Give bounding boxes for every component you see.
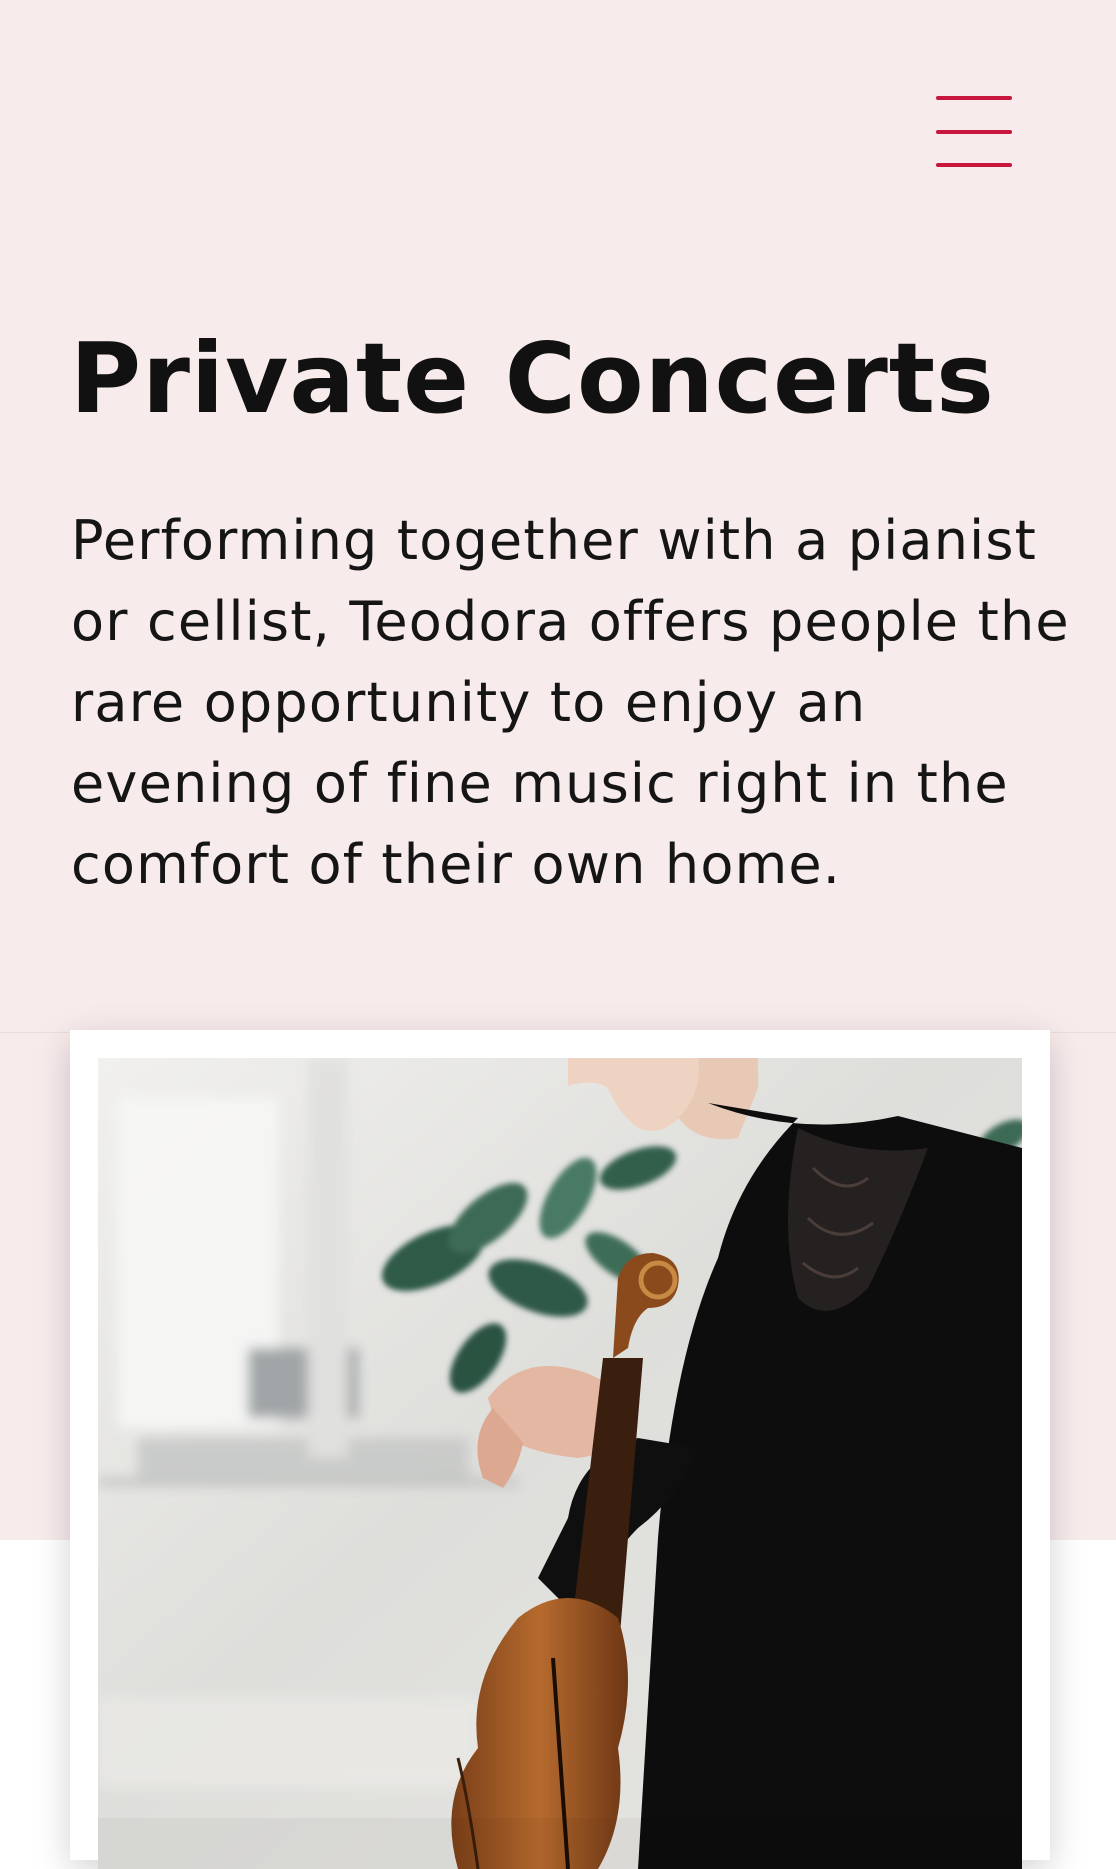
hero-description-line: rare opportunity to enjoy an: [71, 671, 867, 734]
menu-line-bottom: [936, 163, 1012, 167]
hero-description: Performing together with a pianist or ce…: [71, 500, 1081, 905]
menu-line-middle: [936, 130, 1012, 134]
photo-frame: [70, 1030, 1050, 1869]
hero-description-line: evening of fine music right in the: [71, 752, 1009, 815]
hero-description-line: comfort of their own home.: [71, 833, 842, 896]
hero-description-line: Performing together with a pianist: [71, 509, 1038, 572]
page-title: Private Concerts: [70, 322, 995, 435]
violinist-photo-illustration: [98, 1058, 1022, 1869]
hero-description-line: or cellist, Teodora offers people the: [71, 590, 1070, 653]
menu-line-top: [936, 96, 1012, 100]
hamburger-menu-icon[interactable]: [930, 92, 1014, 172]
violinist-photo: [98, 1058, 1022, 1869]
